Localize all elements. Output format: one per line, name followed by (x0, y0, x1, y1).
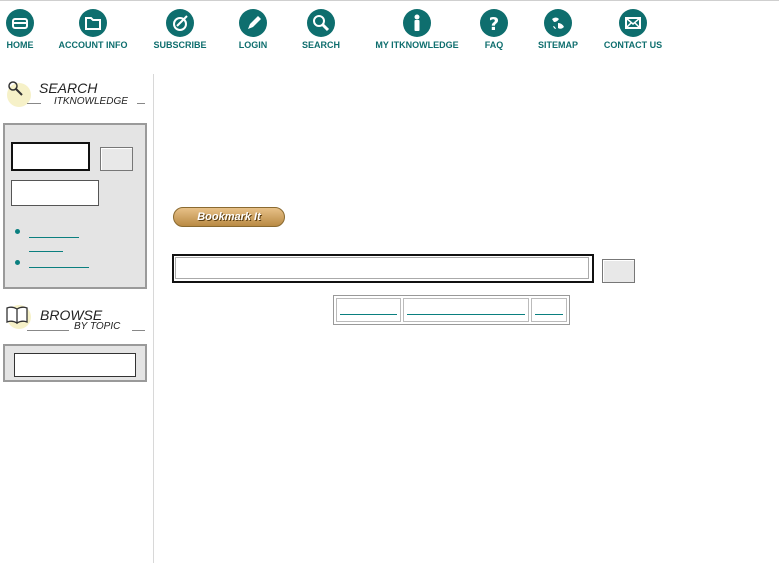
nav-my-itknowledge-label: MY ITKNOWLEDGE (375, 40, 459, 50)
search-section-header: SEARCH ITKNOWLEDGE (3, 78, 145, 110)
nav-my-itknowledge[interactable]: MY ITKNOWLEDGE (368, 9, 466, 50)
envelope-icon (619, 9, 647, 37)
book-icon (6, 305, 31, 329)
top-border (0, 0, 779, 1)
nav-account-info[interactable]: ACCOUNT INFO (52, 9, 134, 50)
browse-topic-select[interactable] (14, 353, 136, 377)
folder-icon (79, 9, 107, 37)
magnifier-icon (307, 9, 335, 37)
nav-home[interactable]: HOME (2, 9, 38, 50)
nav-subscribe-label: SUBSCRIBE (153, 40, 207, 50)
browse-topic-panel (3, 344, 147, 382)
sidebar-search-input[interactable] (11, 142, 90, 171)
column-divider (153, 74, 154, 563)
search-header-icon (7, 81, 31, 107)
nav-subscribe[interactable]: SUBSCRIBE (149, 9, 211, 50)
nav-search[interactable]: SEARCH (298, 9, 344, 50)
nav-search-label: SEARCH (301, 40, 340, 50)
sidebar-link-1[interactable] (29, 225, 79, 237)
search-header-rule-right (137, 103, 145, 104)
nav-home-label: HOME (6, 40, 34, 50)
browse-header-rule-left (27, 330, 69, 331)
nav-sitemap-label: SITEMAP (537, 40, 578, 50)
sidebar-search-button[interactable] (100, 147, 133, 171)
pencil-icon (239, 9, 267, 37)
bullet-icon (15, 229, 20, 234)
info-icon (403, 9, 431, 37)
sidebar-search-secondary-field[interactable] (11, 180, 99, 206)
svg-text:?: ? (489, 14, 499, 35)
link-table (333, 295, 570, 325)
globe-icon (544, 9, 572, 37)
main-search-input[interactable] (172, 254, 594, 283)
nav-login-label: LOGIN (238, 40, 268, 50)
sidebar-link-1-underline-wrap (29, 251, 63, 252)
bullet-icon (15, 260, 20, 265)
sidebar-link-2-underline (29, 267, 89, 268)
nav-sitemap[interactable]: SITEMAP (533, 9, 583, 50)
search-section-title: SEARCH (39, 80, 98, 96)
home-icon (6, 9, 34, 37)
search-header-rule-left (27, 103, 41, 104)
nav-contact-us-label: CONTACT US (603, 40, 663, 50)
nav-contact-us[interactable]: CONTACT US (598, 9, 668, 50)
nav-account-info-label: ACCOUNT INFO (58, 40, 128, 50)
subscribe-icon (166, 9, 194, 37)
nav-login[interactable]: LOGIN (235, 9, 271, 50)
browse-section-header: BROWSE BY TOPIC (3, 300, 145, 332)
sidebar-link-1-underline (29, 237, 79, 238)
nav-faq-label: FAQ (484, 40, 504, 50)
bookmark-it-button[interactable]: Bookmark It (173, 207, 285, 227)
link-table-cell-1[interactable] (336, 298, 401, 322)
browse-header-rule-right (132, 330, 145, 331)
search-section-subtitle: ITKNOWLEDGE (54, 96, 128, 107)
question-icon: ? (480, 9, 508, 37)
browse-section-subtitle: BY TOPIC (74, 321, 121, 332)
sidebar-search-panel (3, 123, 147, 289)
nav-faq[interactable]: ? FAQ (480, 9, 508, 50)
link-table-cell-2[interactable] (403, 298, 529, 322)
main-search-button[interactable] (602, 259, 635, 283)
link-table-cell-3[interactable] (531, 298, 567, 322)
